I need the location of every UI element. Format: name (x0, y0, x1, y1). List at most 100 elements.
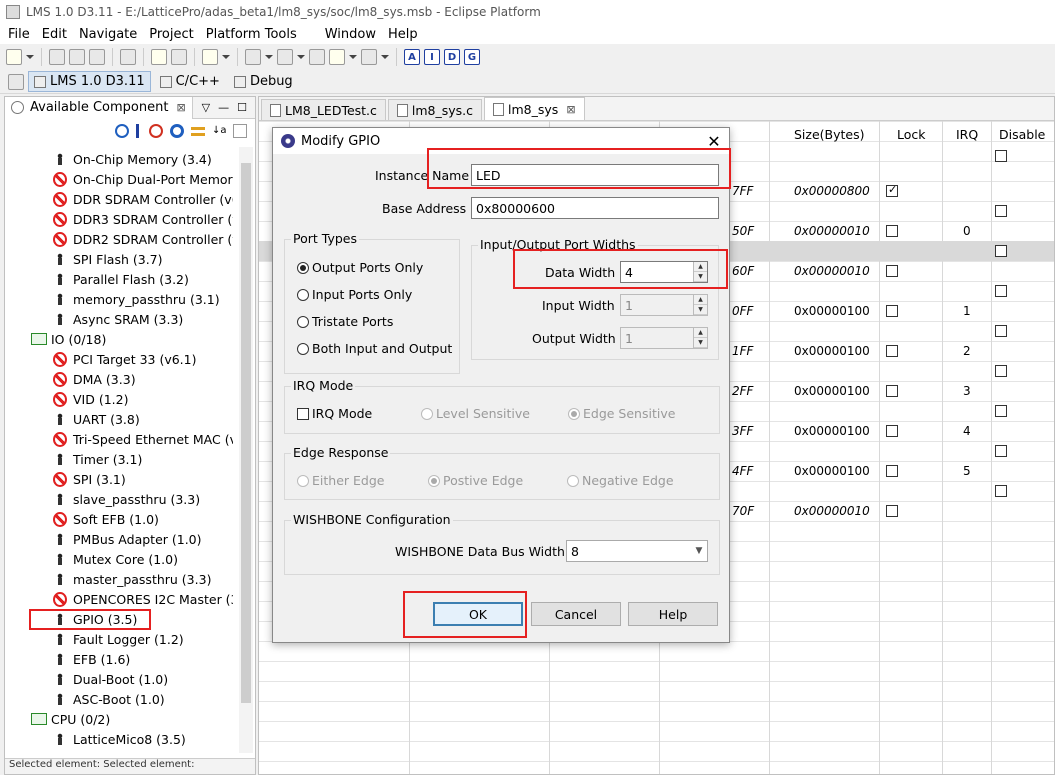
table-cell-address[interactable]: 0FF (732, 304, 753, 318)
list-item[interactable]: Fault Logger (1.2) (53, 629, 184, 649)
list-item[interactable]: CPU (0/2) (31, 709, 110, 729)
last-edit-icon[interactable] (309, 49, 325, 65)
table-cell-address[interactable]: 70F (732, 504, 754, 518)
run-icon[interactable] (202, 49, 218, 65)
table-cell-address[interactable]: 4FF (732, 464, 753, 478)
tree-scrollbar[interactable] (239, 147, 253, 753)
lock-checkbox[interactable] (886, 345, 898, 357)
table-cell-size[interactable]: 0x00000010 (794, 264, 870, 278)
list-item[interactable]: DDR SDRAM Controller (v6 (53, 189, 233, 209)
list-item[interactable]: EFB (1.6) (53, 649, 130, 669)
disable-icon[interactable] (149, 124, 163, 138)
perspective-cpp[interactable]: C/C++ (155, 72, 225, 91)
column-header-lock[interactable]: Lock (897, 127, 926, 142)
lock-checkbox[interactable] (886, 265, 898, 277)
table-cell-irq[interactable]: 2 (963, 344, 971, 358)
perspective-debug[interactable]: Debug (229, 72, 298, 91)
maximize-icon[interactable]: ☐ (237, 101, 247, 114)
forward-icon[interactable] (361, 49, 377, 65)
print-icon[interactable] (89, 49, 105, 65)
table-cell-size[interactable]: 0x00000100 (794, 384, 870, 398)
list-item[interactable]: ASC-Boot (1.0) (53, 689, 165, 709)
perspective-lms[interactable]: LMS 1.0 D3.11 (28, 71, 151, 92)
list-item[interactable]: LatticeMico8 (3.5) (53, 729, 186, 749)
list-item[interactable]: SPI (3.1) (53, 469, 126, 489)
list-item[interactable]: Timer (3.1) (53, 449, 142, 469)
tool-i-icon[interactable]: I (424, 49, 440, 65)
column-header-disable[interactable]: Disable (999, 127, 1045, 142)
table-cell-size[interactable]: 0x00000010 (794, 504, 870, 518)
table-cell-size[interactable]: 0x00000100 (794, 464, 870, 478)
close-icon[interactable]: ⊠ (176, 101, 185, 114)
run-dropdown-icon[interactable] (222, 49, 230, 65)
disable-checkbox[interactable] (995, 405, 1007, 417)
disable-checkbox[interactable] (995, 445, 1007, 457)
new-dropdown-icon[interactable] (26, 49, 34, 65)
list-item[interactable]: UART (3.8) (53, 409, 140, 429)
list-item[interactable]: DDR3 SDRAM Controller (v (53, 209, 233, 229)
list-item[interactable]: Mutex Core (1.0) (53, 549, 178, 569)
table-cell-size[interactable]: 0x00000100 (794, 304, 870, 318)
list-item[interactable]: IO (0/18) (31, 329, 106, 349)
list-item[interactable]: OPENCORES I2C Master (3 (53, 589, 233, 609)
table-cell-address[interactable]: 2FF (732, 384, 753, 398)
list-item[interactable]: SPI Flash (3.7) (53, 249, 163, 269)
table-cell-address[interactable]: 1FF (732, 344, 753, 358)
table-cell-size[interactable]: 0x00000010 (794, 224, 870, 238)
open-perspective-icon[interactable] (8, 73, 24, 90)
list-item[interactable]: DDR2 SDRAM Controller (v (53, 229, 233, 249)
refresh-icon[interactable] (115, 124, 129, 138)
help-button[interactable]: Help (628, 602, 718, 626)
disable-checkbox[interactable] (995, 285, 1007, 297)
sort-icon[interactable]: ↓a (212, 124, 227, 138)
list-item[interactable]: Dual-Boot (1.0) (53, 669, 168, 689)
tab-available-component[interactable]: Available Component ⊠ (5, 96, 193, 119)
irq-mode-checkbox[interactable]: IRQ Mode (297, 406, 372, 421)
table-cell-irq[interactable]: 4 (963, 424, 971, 438)
tab-lm8-ledtest-c[interactable]: LM8_LEDTest.c (261, 99, 386, 120)
save-all-icon[interactable] (69, 49, 85, 65)
list-item[interactable]: Async SRAM (3.3) (53, 309, 183, 329)
list-item[interactable]: On-Chip Dual-Port Memory (53, 169, 233, 189)
lock-checkbox[interactable] (886, 225, 898, 237)
forward-dropdown-icon[interactable] (381, 49, 389, 65)
menu-window[interactable]: Window (319, 27, 382, 42)
table-cell-size[interactable]: 0x00000800 (794, 184, 870, 198)
list-item[interactable]: PMBus Adapter (1.0) (53, 529, 202, 549)
table-cell-address[interactable]: 3FF (732, 424, 753, 438)
column-header-size[interactable]: Size(Bytes) (794, 127, 865, 142)
disable-checkbox[interactable] (995, 205, 1007, 217)
list-item[interactable]: memory_passthru (3.1) (53, 289, 220, 309)
binary-icon[interactable] (120, 49, 136, 65)
lock-checkbox[interactable] (886, 505, 898, 517)
scrollbar-thumb[interactable] (241, 163, 251, 703)
table-cell-irq[interactable]: 5 (963, 464, 971, 478)
next-annotation-icon[interactable] (245, 49, 261, 65)
table-cell-address[interactable]: 7FF (732, 184, 753, 198)
radio-both-input-output[interactable]: Both Input and Output (297, 341, 452, 356)
back-dropdown-icon[interactable] (349, 49, 357, 65)
radio-input-ports-only[interactable]: Input Ports Only (297, 287, 412, 302)
prev-annotation-dropdown-icon[interactable] (297, 49, 305, 65)
disable-checkbox[interactable] (995, 325, 1007, 337)
base-address-input[interactable]: 0x80000600 (471, 197, 719, 219)
table-cell-address[interactable]: 50F (732, 224, 754, 238)
wishbone-bus-width-select[interactable]: 8 ▼ (566, 540, 708, 562)
table-cell-size[interactable]: 0x00000100 (794, 344, 870, 358)
view-menu-icon[interactable]: ▽ (202, 101, 210, 114)
table-cell-size[interactable]: 0x00000100 (794, 424, 870, 438)
tab-lm8-sys[interactable]: lm8_sys ⊠ (484, 97, 585, 120)
download-icon[interactable] (136, 124, 142, 138)
disable-checkbox[interactable] (995, 245, 1007, 257)
column-header-irq[interactable]: IRQ (956, 127, 978, 142)
prev-annotation-icon[interactable] (277, 49, 293, 65)
close-icon[interactable]: ⊠ (566, 103, 575, 116)
menu-edit[interactable]: Edit (36, 27, 73, 42)
next-annotation-dropdown-icon[interactable] (265, 49, 273, 65)
properties-icon[interactable] (171, 49, 187, 65)
lock-checkbox[interactable] (886, 425, 898, 437)
list-item[interactable]: On-Chip Memory (3.4) (53, 149, 212, 169)
back-icon[interactable] (329, 49, 345, 65)
list-item[interactable]: VID (1.2) (53, 389, 128, 409)
lock-checkbox[interactable] (886, 385, 898, 397)
